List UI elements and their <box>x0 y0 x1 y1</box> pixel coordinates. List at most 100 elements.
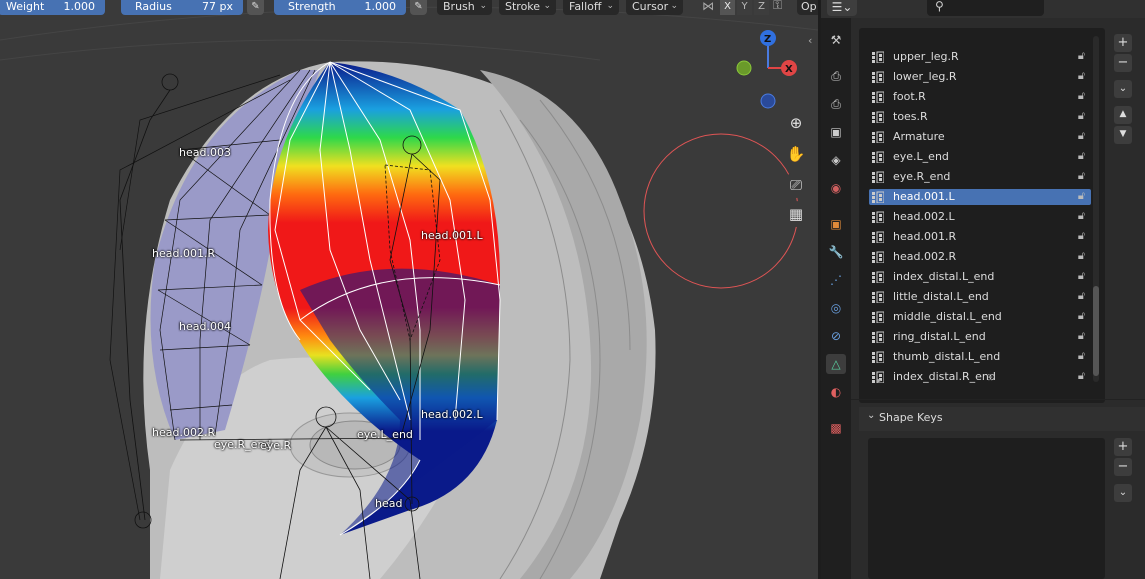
add-vertex-group-button[interactable]: + <box>1114 34 1132 52</box>
vertex-group-specials-button[interactable]: ⌄ <box>1114 80 1132 98</box>
mirror-y-button[interactable]: Y <box>737 0 752 15</box>
world-icon[interactable]: ◉ <box>826 178 846 198</box>
remove-shape-key-button[interactable]: − <box>1114 458 1132 476</box>
search-input[interactable]: ⚲ <box>927 0 1044 16</box>
vertex-group-row[interactable]: upper_leg.R 🔓︎ <box>869 49 1091 65</box>
scrollbar-thumb[interactable] <box>1093 286 1099 376</box>
mirror-x-button[interactable]: X <box>720 0 735 15</box>
vertex-group-icon <box>872 271 884 283</box>
add-shape-key-button[interactable]: + <box>1114 438 1132 456</box>
vertex-group-row[interactable]: index_distal.L_end 🔓︎ <box>869 269 1091 285</box>
object-icon[interactable]: ▣ <box>826 214 846 234</box>
pan-hand-icon[interactable]: ✋ <box>783 141 809 167</box>
weight-value: 1.000 <box>63 0 96 13</box>
vertex-group-row[interactable]: middle_distal.L_end 🔓︎ <box>869 309 1091 325</box>
vertex-groups-list[interactable]: upper_leg.R 🔓︎ lower_leg.R 🔓︎ foot.R 🔓︎ toes.R… <box>859 28 1105 403</box>
unlock-icon[interactable]: 🔓︎ <box>1078 309 1085 323</box>
vertex-group-row[interactable]: head.002.L 🔓︎ <box>869 209 1091 225</box>
vertex-group-row[interactable]: head.001.R 🔓︎ <box>869 229 1091 245</box>
unlock-icon[interactable]: 🔓︎ <box>1078 369 1085 383</box>
camera-icon[interactable]: ⎚ <box>783 172 809 198</box>
vertex-group-name: index_distal.L_end <box>893 270 995 283</box>
output-icon[interactable]: ⎙ <box>826 94 846 114</box>
unlock-icon[interactable]: 🔓︎ <box>1078 189 1085 203</box>
unlock-icon[interactable]: 🔓︎ <box>1078 109 1085 123</box>
remove-vertex-group-button[interactable]: − <box>1114 54 1132 72</box>
vertex-group-row[interactable]: ring_distal.L_end 🔓︎ <box>869 329 1091 345</box>
vertex-group-row[interactable]: foot.R 🔓︎ <box>869 89 1091 105</box>
material-icon[interactable]: ◐ <box>826 382 846 402</box>
unlock-icon[interactable]: 🔓︎ <box>1078 289 1085 303</box>
vertex-group-row[interactable]: eye.L_end 🔓︎ <box>869 149 1091 165</box>
radius-field[interactable]: Radius 77 px <box>121 0 243 15</box>
scene-icon[interactable]: ◈ <box>826 150 846 170</box>
chevron-down-icon: ⌄ <box>543 1 551 11</box>
expand-filter-icon[interactable]: ▸ <box>877 376 882 386</box>
vertex-group-name: head.001.L <box>893 190 955 203</box>
zoom-icon[interactable]: ⊕ <box>783 110 809 136</box>
vertex-group-name: upper_leg.R <box>893 50 959 63</box>
vertex-group-name: toes.R <box>893 110 928 123</box>
move-down-button[interactable]: ▼ <box>1114 126 1132 144</box>
chevron-down-icon: ⌄ <box>670 1 678 11</box>
scene-render[interactable]: Z X <box>0 0 818 579</box>
radius-pressure-icon[interactable]: ✎ <box>247 0 264 15</box>
unlock-icon[interactable]: 🔓︎ <box>1078 169 1085 183</box>
physics-icon[interactable]: ◎ <box>826 298 846 318</box>
vertex-group-row[interactable]: lower_leg.R 🔓︎ <box>869 69 1091 85</box>
perspective-grid-icon[interactable]: ▦ <box>783 201 809 227</box>
strength-pressure-icon[interactable]: ✎ <box>410 0 427 15</box>
weight-field[interactable]: Weight 1.000 <box>0 0 105 15</box>
vertex-group-row[interactable]: thumb_distal.L_end 🔓︎ <box>869 349 1091 365</box>
constraints-icon[interactable]: ⊘ <box>826 326 846 346</box>
shape-key-specials-button[interactable]: ⌄ <box>1114 484 1132 502</box>
render-icon[interactable]: ⎙ <box>826 66 846 86</box>
vertex-group-row[interactable]: eye.R_end 🔓︎ <box>869 169 1091 185</box>
vertex-group-row[interactable]: toes.R 🔓︎ <box>869 109 1091 125</box>
cursor-menu[interactable]: Cursor ⌄ <box>626 0 683 15</box>
vertex-group-row[interactable]: index_distal.R_end 🔓︎ <box>869 369 1091 385</box>
resize-handle-icon[interactable]: ⠿ <box>987 374 994 384</box>
3d-viewport[interactable]: Z X head.003 head.001.R head.004 head.00… <box>0 0 818 579</box>
brush-menu[interactable]: Brush ⌄ <box>437 0 492 15</box>
shape-keys-panel-header[interactable]: ⌄ Shape Keys <box>859 407 1145 431</box>
falloff-menu[interactable]: Falloff ⌄ <box>563 0 619 15</box>
strength-field[interactable]: Strength 1.000 <box>274 0 406 15</box>
unlock-icon[interactable]: 🔓︎ <box>1078 349 1085 363</box>
sidebar-toggle-icon[interactable]: ‹ <box>808 34 812 47</box>
vertex-group-row[interactable]: head.001.L 🔓︎ <box>869 189 1091 205</box>
particles-icon[interactable]: ⋰ <box>826 270 846 290</box>
mesh-data-icon[interactable]: △ <box>826 354 846 374</box>
texture-icon[interactable]: ▩ <box>826 418 846 438</box>
shape-keys-list[interactable] <box>868 438 1105 579</box>
unlock-icon[interactable]: 🔓︎ <box>1078 229 1085 243</box>
vertex-group-icon <box>872 51 884 63</box>
vertex-group-row[interactable]: little_distal.L_end 🔓︎ <box>869 289 1091 305</box>
modifier-icon[interactable]: 🔧 <box>826 242 846 262</box>
vertex-group-row[interactable]: head.002.R 🔓︎ <box>869 249 1091 265</box>
unlock-icon[interactable]: 🔓︎ <box>1078 269 1085 283</box>
unlock-icon[interactable]: 🔓︎ <box>1078 69 1085 83</box>
mirror-z-button[interactable]: Z <box>754 0 769 15</box>
tool-icon[interactable]: ⚒ <box>826 30 846 50</box>
unlock-icon[interactable]: 🔓︎ <box>1078 49 1085 63</box>
stroke-menu[interactable]: Stroke ⌄ <box>499 0 556 15</box>
view-layer-icon[interactable]: ▣ <box>826 122 846 142</box>
unlock-icon[interactable]: 🔓︎ <box>1078 249 1085 263</box>
editor-type-icon[interactable]: ☰⌄ <box>827 0 857 16</box>
unlock-icon[interactable]: 🔓︎ <box>1078 209 1085 223</box>
vertex-group-row[interactable]: Armature 🔓︎ <box>869 129 1091 145</box>
scrollbar[interactable] <box>1093 36 1099 382</box>
options-menu[interactable]: Op <box>797 0 818 15</box>
vertex-group-icon <box>872 191 884 203</box>
lock-icon[interactable]: ⚿ <box>773 0 782 13</box>
mirror-icon[interactable]: ⋈ <box>702 0 714 13</box>
unlock-icon[interactable]: 🔓︎ <box>1078 149 1085 163</box>
unlock-icon[interactable]: 🔓︎ <box>1078 89 1085 103</box>
unlock-icon[interactable]: 🔓︎ <box>1078 329 1085 343</box>
move-up-button[interactable]: ▲ <box>1114 106 1132 124</box>
vertex-group-icon <box>872 291 884 303</box>
bone-label: head.001.R <box>152 247 216 260</box>
chevron-down-icon: ⌄ <box>867 410 876 421</box>
unlock-icon[interactable]: 🔓︎ <box>1078 129 1085 143</box>
